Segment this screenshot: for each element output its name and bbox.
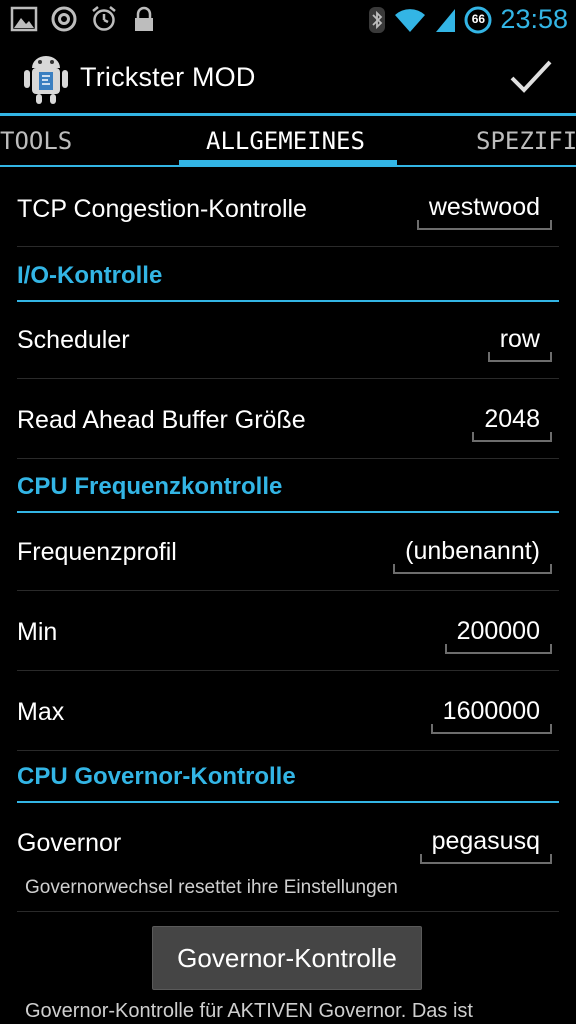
row-label: Min (17, 618, 58, 646)
governor-note: Governorwechsel resettet ihre Einstellun… (25, 877, 398, 898)
tab-indicator (179, 160, 397, 166)
tab-spezifisch[interactable]: SPEZIFI (476, 127, 576, 155)
divider (17, 458, 559, 459)
section-title: I/O-Kontrolle (17, 262, 163, 289)
governor-spinner[interactable]: pegasusq (419, 827, 553, 864)
tab-tools[interactable]: TOOLS (0, 127, 72, 155)
row-min[interactable]: Min 200000 (0, 591, 576, 671)
row-label: Frequenzprofil (17, 538, 177, 566)
divider (17, 911, 559, 912)
bluetooth-icon (369, 6, 386, 33)
status-bar: 66 23:58 (0, 0, 576, 40)
row-tcp-congestion[interactable]: TCP Congestion-Kontrolle westwood (0, 167, 576, 247)
row-max[interactable]: Max 1600000 (0, 671, 576, 751)
signal-icon (436, 8, 456, 32)
tcp-congestion-spinner[interactable]: westwood (416, 193, 553, 230)
app-title: Trickster MOD (80, 62, 256, 92)
scheduler-spinner[interactable]: row (487, 325, 553, 362)
row-readahead[interactable]: Read Ahead Buffer Größe 2048 (0, 379, 576, 459)
checkmark-icon[interactable] (508, 54, 554, 100)
max-frequency-spinner[interactable]: 1600000 (430, 697, 553, 734)
governor-control-description: Governor-Kontrolle für AKTIVEN Governor.… (25, 1000, 473, 1022)
app-icon[interactable] (20, 50, 72, 106)
tab-strip: TOOLS ALLGEMEINES SPEZIFI (0, 119, 576, 167)
circle-a-icon (51, 6, 77, 32)
image-icon (10, 6, 38, 32)
battery-level: 66 (471, 11, 486, 26)
section-title: CPU Governor-Kontrolle (17, 763, 296, 790)
readahead-spinner[interactable]: 2048 (472, 405, 552, 442)
row-label: Max (17, 698, 65, 726)
action-bar: Trickster MOD (0, 40, 576, 116)
row-label: Governor (17, 829, 122, 857)
row-label: Read Ahead Buffer Größe (17, 406, 306, 434)
row-label: TCP Congestion-Kontrolle (17, 195, 307, 223)
min-frequency-spinner[interactable]: 200000 (444, 617, 553, 654)
status-time: 23:58 (500, 4, 568, 34)
tab-allgemeines[interactable]: ALLGEMEINES (206, 127, 365, 155)
row-label: Scheduler (17, 326, 130, 354)
governor-control-button[interactable]: Governor-Kontrolle (152, 926, 422, 990)
row-scheduler[interactable]: Scheduler row (0, 299, 576, 379)
row-frequency-profile[interactable]: Frequenzprofil (unbenannt) (0, 511, 576, 591)
lock-icon (135, 6, 153, 31)
section-cpu-governor: CPU Governor-Kontrolle (0, 753, 576, 803)
section-title: CPU Frequenzkontrolle (17, 473, 283, 500)
frequency-profile-spinner[interactable]: (unbenannt) (393, 537, 552, 574)
alarm-icon (92, 6, 116, 31)
battery-icon: 66 (464, 6, 492, 34)
wifi-icon (395, 8, 426, 32)
section-cpu-frequency: CPU Frequenzkontrolle (0, 463, 576, 513)
divider (17, 750, 559, 751)
section-io: I/O-Kontrolle (0, 252, 576, 302)
divider (17, 246, 559, 247)
row-governor[interactable]: Governor pegasusq (0, 801, 576, 871)
